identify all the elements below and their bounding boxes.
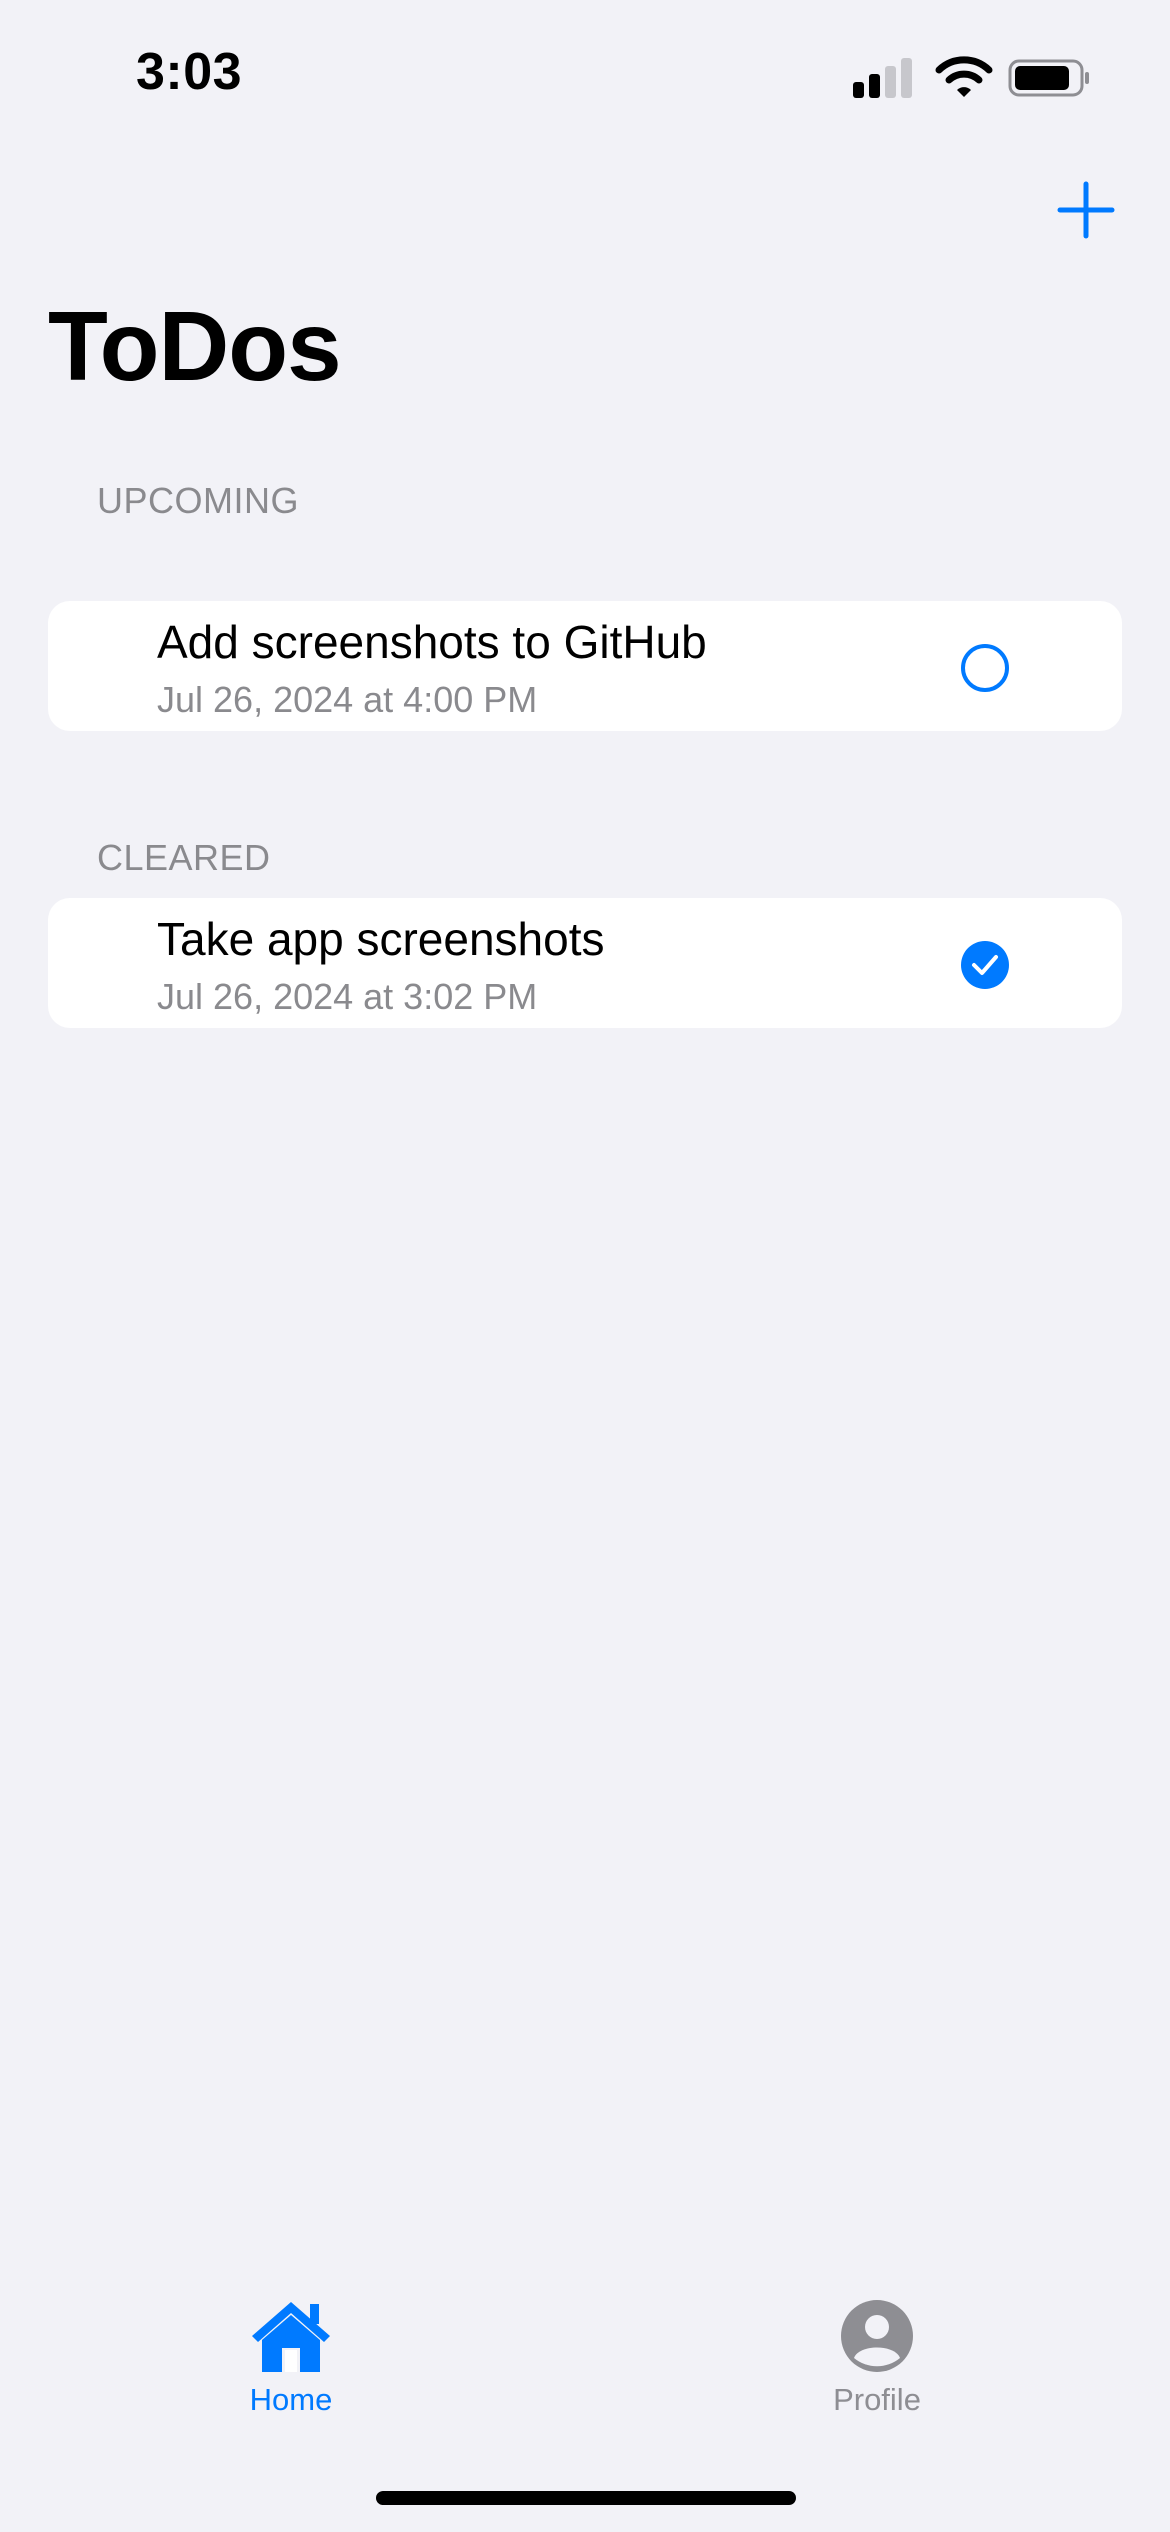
- person-circle-icon: [841, 2300, 913, 2372]
- todo-title: Take app screenshots: [157, 913, 605, 965]
- section-header-cleared: CLEARED: [97, 837, 271, 878]
- todo-row[interactable]: Take app screenshots Jul 26, 2024 at 3:0…: [48, 898, 1122, 1028]
- wifi-icon: [935, 56, 993, 97]
- battery-icon: [1008, 59, 1089, 97]
- tab-profile[interactable]: Profile: [777, 2298, 977, 2428]
- checkmark-circle-icon[interactable]: [960, 940, 1010, 990]
- cellular-signal-icon: [853, 56, 913, 98]
- status-time: 3:03: [136, 43, 243, 101]
- tab-home[interactable]: Home: [191, 2298, 391, 2428]
- tab-profile-label: Profile: [833, 2382, 921, 2417]
- tab-home-label: Home: [249, 2382, 333, 2417]
- todo-date: Jul 26, 2024 at 4:00 PM: [157, 679, 538, 720]
- todo-date: Jul 26, 2024 at 3:02 PM: [157, 976, 538, 1017]
- empty-circle-icon[interactable]: [960, 643, 1010, 693]
- page-title: ToDos: [48, 291, 342, 401]
- todo-row[interactable]: Add screenshots to GitHub Jul 26, 2024 a…: [48, 601, 1122, 731]
- home-indicator: [376, 2491, 796, 2505]
- section-header-upcoming: UPCOMING: [97, 480, 299, 521]
- house-icon: [252, 2302, 330, 2372]
- add-todo-button[interactable]: [1056, 180, 1116, 240]
- screen: 3:03 ToDos UPCOMING Add screenshots to G…: [0, 0, 1170, 2532]
- todo-title: Add screenshots to GitHub: [157, 616, 707, 668]
